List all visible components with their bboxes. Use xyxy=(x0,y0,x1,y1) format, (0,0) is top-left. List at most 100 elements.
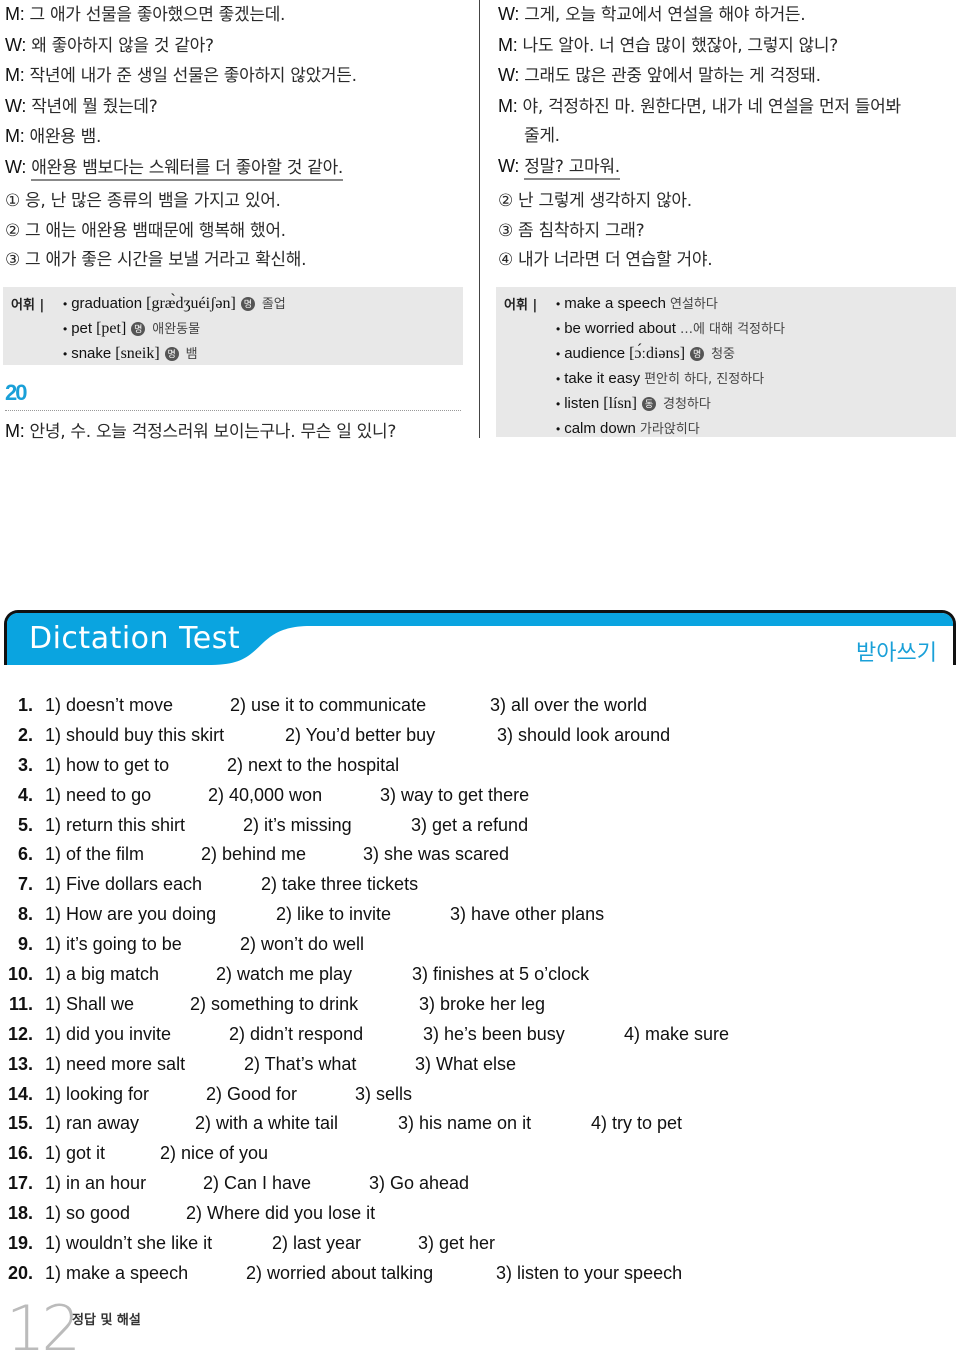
answer-item: 3) listen to your speech xyxy=(496,1262,683,1283)
dialogue-line: W: 작년에 뭘 줬는데? xyxy=(5,92,357,123)
dictation-title: Dictation Test xyxy=(29,621,241,656)
options-left: ① 응, 난 많은 종류의 뱀을 가지고 있어. ② 그 애는 애완용 뱀때문에… xyxy=(5,187,307,276)
answer-item: 1) How are you doing xyxy=(45,904,217,925)
answer-item: 2) take three tickets xyxy=(261,874,419,895)
answer-row: 20. 1) make a speech 2) worried about talk… xyxy=(0,1260,960,1290)
speaker: M: xyxy=(498,95,518,116)
vocab-meaning: 경청하다 xyxy=(663,397,711,412)
answer-item: 2) Where did you lose it xyxy=(186,1203,376,1224)
answer-number: 19. xyxy=(7,1233,33,1254)
speaker: W: xyxy=(5,95,27,116)
answer-item: 3) way to get there xyxy=(380,784,530,805)
vocab-ipa: [grӕ̀dʒuéiʃən] xyxy=(146,295,236,312)
vocab-meaning: …에 대해 걱정하다 xyxy=(679,322,785,337)
answer-item: 2) it’s missing xyxy=(243,814,352,835)
answer-item: 1) so good xyxy=(45,1203,131,1224)
vocab-word: graduation xyxy=(71,295,143,312)
answer-item: 1) got it xyxy=(45,1143,106,1164)
dialogue-line: M: 그 애가 선물을 좋아했으면 좋겠는데. xyxy=(5,0,357,31)
answer-item: 3) finishes at 5 o’clock xyxy=(412,964,590,985)
answer-row: 19. 1) wouldn’t she like it 2) last year 3)… xyxy=(0,1230,960,1260)
answer-row: 1. 1) doesn’t move 2) use it to communicat… xyxy=(0,692,960,722)
bullet-icon: • xyxy=(556,297,561,311)
vocab-meaning: 편안히 하다, 진정하다 xyxy=(644,372,765,387)
vocab-item: • pet [pet] 명 애완동물 xyxy=(63,317,286,342)
vocab-list: • graduation [grӕ̀dʒuéiʃən] 명 졸업 • pet [pet] 명 애… xyxy=(63,292,286,367)
answer-number: 4. xyxy=(17,784,33,805)
dialogue-text: 애완용 뱀. xyxy=(29,127,102,147)
vocab-ipa: [lísn] xyxy=(603,395,638,412)
answer-item: 1) doesn’t move xyxy=(45,695,174,715)
answer-item: 1) in an hour xyxy=(45,1173,147,1194)
answer-row: 11. 1) Shall we 2) something to drink 3) br… xyxy=(0,991,960,1021)
dialogue-text: 줄게. xyxy=(524,126,560,146)
answer-number: 11. xyxy=(8,993,33,1014)
answer-number: 9. xyxy=(17,934,33,955)
option: ③ 좀 침착하지 그래? xyxy=(498,220,645,241)
dialogue-text: 안녕, 수. 오늘 걱정스러워 보이는구나. 무슨 일 있니? xyxy=(29,422,397,442)
answer-item: 3) should look around xyxy=(497,724,671,745)
answer-item: 2) next to the hospital xyxy=(227,754,400,775)
answer-number: 14. xyxy=(7,1083,33,1104)
answer-row: 6. 1) of the film 2) behind me 3) she was s… xyxy=(0,841,960,871)
vocab-word: take it easy xyxy=(564,370,641,387)
answer-item: 2) won’t do well xyxy=(240,934,365,955)
answer-row: 9. 1) it’s going to be 2) won’t do well xyxy=(0,931,960,961)
options-right: ② 난 그렇게 생각하지 않아. ③ 좀 침착하지 그래? ④ 내가 너라면 더… xyxy=(498,187,713,276)
answer-item: 2) 40,000 won xyxy=(208,784,323,805)
answer-item: 1) looking for xyxy=(45,1083,150,1104)
vocab-label: 어휘 | xyxy=(11,298,45,313)
answer-item: 2) behind me xyxy=(201,844,307,865)
answer-row: 10. 1) a big match 2) watch me play 3) fini… xyxy=(0,961,960,991)
vocab-item: • be worried about …에 대해 걱정하다 xyxy=(556,317,785,342)
answer-number: 6. xyxy=(17,844,33,865)
answer-item: 2) like to invite xyxy=(276,904,392,925)
vocab-word: audience xyxy=(564,345,626,362)
answer-item: 1) did you invite xyxy=(45,1023,172,1044)
answer-item: 3) sells xyxy=(355,1083,413,1104)
bullet-icon: • xyxy=(556,372,561,386)
vocab-meaning: 애완동물 xyxy=(152,322,201,337)
answer-item: 1) Shall we xyxy=(45,993,135,1014)
answer-row: 14. 1) looking for 2) Good for 3) sells xyxy=(0,1081,960,1111)
dotted-divider xyxy=(5,410,461,411)
answer-item: 3) have other plans xyxy=(450,904,605,925)
dialogue-line: W: 그래도 많은 관중 앞에서 말하는 게 걱정돼. xyxy=(498,61,901,92)
answer-item: 3) get a refund xyxy=(411,814,529,835)
dialogue-text: 작년에 뭘 줬는데? xyxy=(31,96,158,117)
answer-number: 12. xyxy=(7,1023,33,1044)
vocab-item: • take it easy 편안히 하다, 진정하다 xyxy=(556,367,785,392)
answer-item: 1) a big match xyxy=(45,964,160,985)
vocab-item: • listen [lísn] 동 경청하다 xyxy=(556,392,785,417)
vocab-meaning: 가라앉히다 xyxy=(639,422,700,437)
speaker: W: xyxy=(5,156,27,177)
dialogue-line-continued: 줄게. xyxy=(498,122,901,152)
answer-item: 4) make sure xyxy=(624,1023,730,1044)
answer-item: 2) use it to communicate xyxy=(230,695,427,715)
dialogue-text: 나도 알아. 너 연습 많이 했잖아, 그렇지 않니? xyxy=(522,35,839,56)
vocab-word: listen xyxy=(564,395,600,412)
answer-item: 2) something to drink xyxy=(190,993,359,1014)
speaker: W: xyxy=(498,155,520,176)
vocab-ipa: [pet] xyxy=(96,320,127,337)
vocab-word: be worried about xyxy=(564,320,676,337)
answer-item: 3) broke her leg xyxy=(419,993,546,1014)
answer-item: 3) his name on it xyxy=(398,1113,532,1134)
answer-blank-text: 정말? 고마워. xyxy=(524,156,620,180)
answer-list: 1. 1) doesn’t move 2) use it to communicat… xyxy=(0,692,960,1290)
answer-row: 17. 1) in an hour 2) Can I have 3) Go ahead xyxy=(0,1170,960,1200)
column-divider xyxy=(479,0,480,438)
answer-item: 4) try to pet xyxy=(591,1113,683,1134)
vocab-word: make a speech xyxy=(564,295,666,312)
answer-number: 8. xyxy=(17,904,33,925)
vocab-item: • audience [ɔ́ːdiəns] 명 청중 xyxy=(556,342,785,367)
vocab-ipa: [sneik] xyxy=(115,345,160,362)
pos-badge: 동 xyxy=(642,397,657,411)
option: ③ 그 애가 좋은 시간을 보낼 거라고 확신해. xyxy=(5,250,307,270)
answer-row: 3. 1) how to get to 2) next to the hospita… xyxy=(0,752,960,782)
answer-item: 1) need to go xyxy=(45,784,152,805)
option: ④ 내가 너라면 더 연습할 거야. xyxy=(498,250,713,270)
bullet-icon: • xyxy=(556,347,561,361)
answer-number: 7. xyxy=(17,874,33,895)
dictation-header: Dictation Test 받아쓰기 xyxy=(4,610,956,665)
